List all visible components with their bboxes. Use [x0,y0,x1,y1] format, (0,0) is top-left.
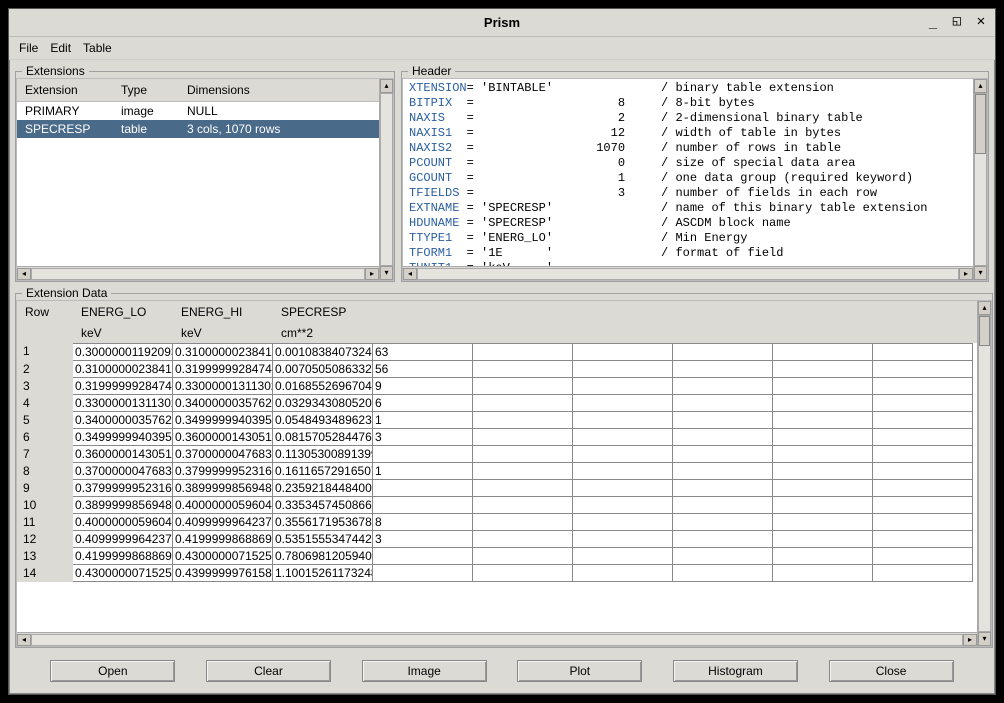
table-row[interactable]: 80.370000004768370.379999995231630.16116… [17,463,977,480]
image-button[interactable]: Image [362,660,487,682]
scroll-down-icon[interactable]: ▾ [978,632,991,646]
histogram-button[interactable]: Histogram [673,660,798,682]
scroll-down-icon[interactable]: ▾ [974,266,987,280]
close-button[interactable]: Close [829,660,954,682]
scroll-up-icon[interactable]: ▴ [974,79,987,93]
table-row[interactable]: 70.360000014305110.370000004768370.11305… [17,446,977,463]
table-row[interactable]: 90.379999995231630.389999985694890.23592… [17,480,977,497]
app-window: Prism _ ◱ ✕ File Edit Table Extensions E… [8,8,996,695]
open-button[interactable]: Open [50,660,175,682]
ext-col-extension[interactable]: Extension [21,81,117,99]
table-row[interactable]: 20.310000002384190.319999992847440.00705… [17,361,977,378]
vscrollbar[interactable]: ▴ ▾ [973,79,987,280]
scroll-left-icon[interactable]: ◂ [17,634,31,646]
hscrollbar[interactable]: ◂ ▸ [17,632,977,646]
table-row[interactable]: 140.430000007152560.439999997615811.1001… [17,565,977,582]
close-icon[interactable]: ✕ [973,13,989,29]
table-row[interactable]: 40.330000013113020.340000003576280.03293… [17,395,977,412]
scroll-up-icon[interactable]: ▴ [380,79,393,93]
scroll-right-icon[interactable]: ▸ [959,268,973,280]
menu-file[interactable]: File [19,41,38,55]
scroll-down-icon[interactable]: ▾ [380,266,393,280]
header-panel: Header XTENSION= 'BINTABLE' / binary tab… [401,64,989,282]
ext-col-dimensions[interactable]: Dimensions [183,81,375,99]
extension-row[interactable]: PRIMARYimageNULL [17,102,379,120]
extension-data-panel: Extension Data RowENERG_LOENERG_HISPECRE… [15,286,993,648]
titlebar: Prism _ ◱ ✕ [9,9,995,37]
data-table-header: RowENERG_LOENERG_HISPECRESPkeVkeVcm**2 [17,301,977,343]
header-legend: Header [408,64,455,78]
button-bar: Open Clear Image Plot Histogram Close [15,652,989,688]
hscrollbar[interactable]: ◂ ▸ [17,266,379,280]
table-row[interactable]: 50.340000003576280.349999994039540.05484… [17,412,977,429]
header-text[interactable]: XTENSION= 'BINTABLE' / binary table exte… [403,79,973,266]
menu-edit[interactable]: Edit [50,41,71,55]
table-row[interactable]: 110.400000005960460.409999996423720.3556… [17,514,977,531]
data-table-body[interactable]: 10.300000011920930.310000002384190.00108… [17,343,977,632]
plot-button[interactable]: Plot [517,660,642,682]
hscrollbar[interactable]: ◂ ▸ [403,266,973,280]
table-row[interactable]: 30.319999992847440.330000013113020.01685… [17,378,977,395]
table-row[interactable]: 100.389999985694890.400000005960460.3353… [17,497,977,514]
clear-button[interactable]: Clear [206,660,331,682]
table-row[interactable]: 10.300000011920930.310000002384190.00108… [17,343,977,361]
window-title: Prism [484,15,520,30]
extensions-list[interactable]: PRIMARYimageNULLSPECRESPtable3 cols, 107… [17,102,379,266]
table-row[interactable]: 60.349999994039540.360000014305110.08157… [17,429,977,446]
minimize-icon[interactable]: _ [925,13,941,29]
extension-row[interactable]: SPECRESPtable3 cols, 1070 rows [17,120,379,138]
table-row[interactable]: 120.409999996423720.419999986886980.5351… [17,531,977,548]
scroll-left-icon[interactable]: ◂ [403,268,417,280]
vscrollbar[interactable]: ▴ ▾ [379,79,393,280]
scroll-left-icon[interactable]: ◂ [17,268,31,280]
menubar: File Edit Table [9,37,995,60]
maximize-icon[interactable]: ◱ [949,13,965,29]
scroll-up-icon[interactable]: ▴ [978,301,991,315]
table-row[interactable]: 130.419999986886980.430000007152560.7806… [17,548,977,565]
extension-data-legend: Extension Data [22,286,111,300]
extensions-panel: Extensions Extension Type Dimensions PRI… [15,64,395,282]
scroll-right-icon[interactable]: ▸ [963,634,977,646]
vscrollbar[interactable]: ▴ ▾ [977,301,991,646]
ext-col-type[interactable]: Type [117,81,183,99]
menu-table[interactable]: Table [83,41,112,55]
scroll-right-icon[interactable]: ▸ [365,268,379,280]
extensions-legend: Extensions [22,64,89,78]
